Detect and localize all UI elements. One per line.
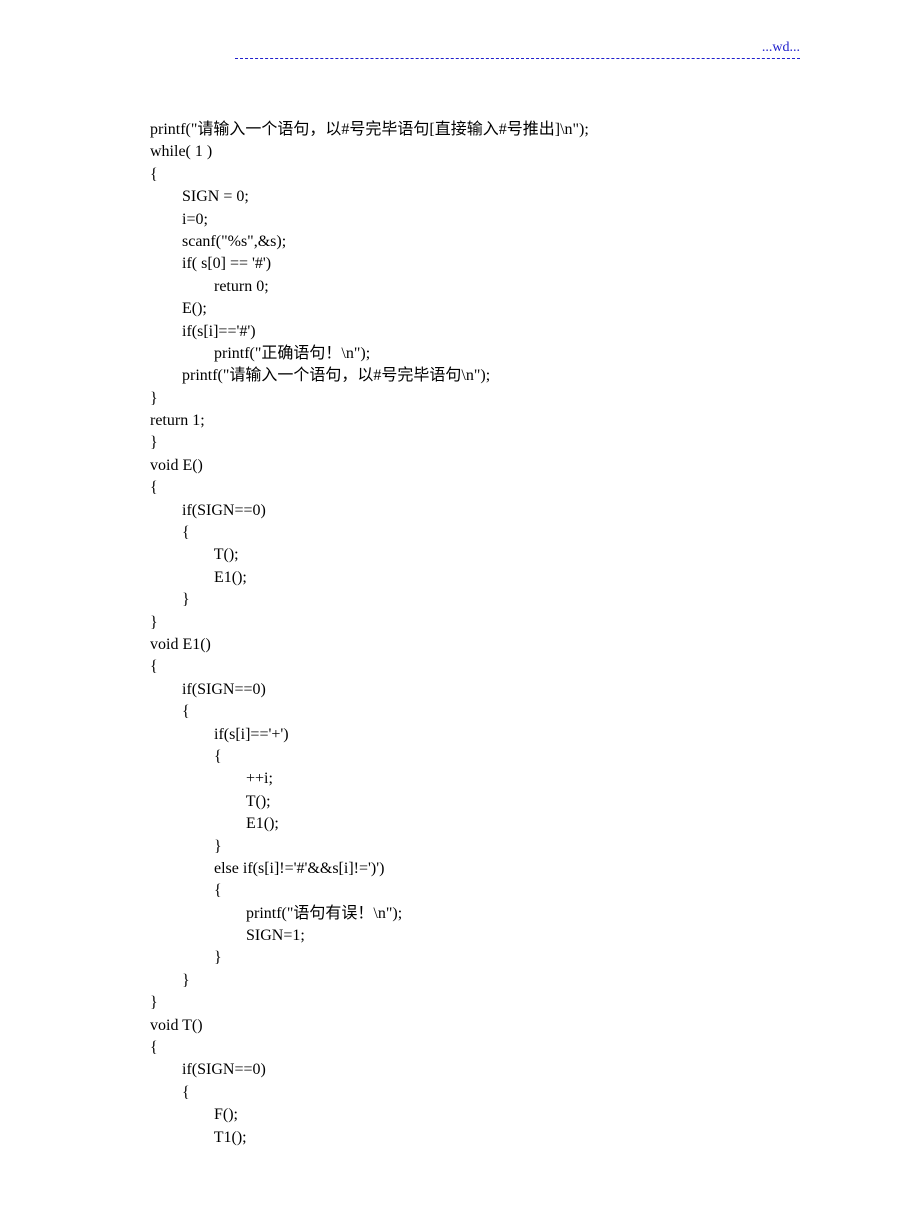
code-block: printf("请输入一个语句，以#号完毕语句[直接输入#号推出]\n"); w… bbox=[150, 119, 800, 1149]
page-header: ...wd... bbox=[235, 40, 800, 59]
document-page: ...wd... printf("请输入一个语句，以#号完毕语句[直接输入#号推… bbox=[0, 0, 920, 1209]
